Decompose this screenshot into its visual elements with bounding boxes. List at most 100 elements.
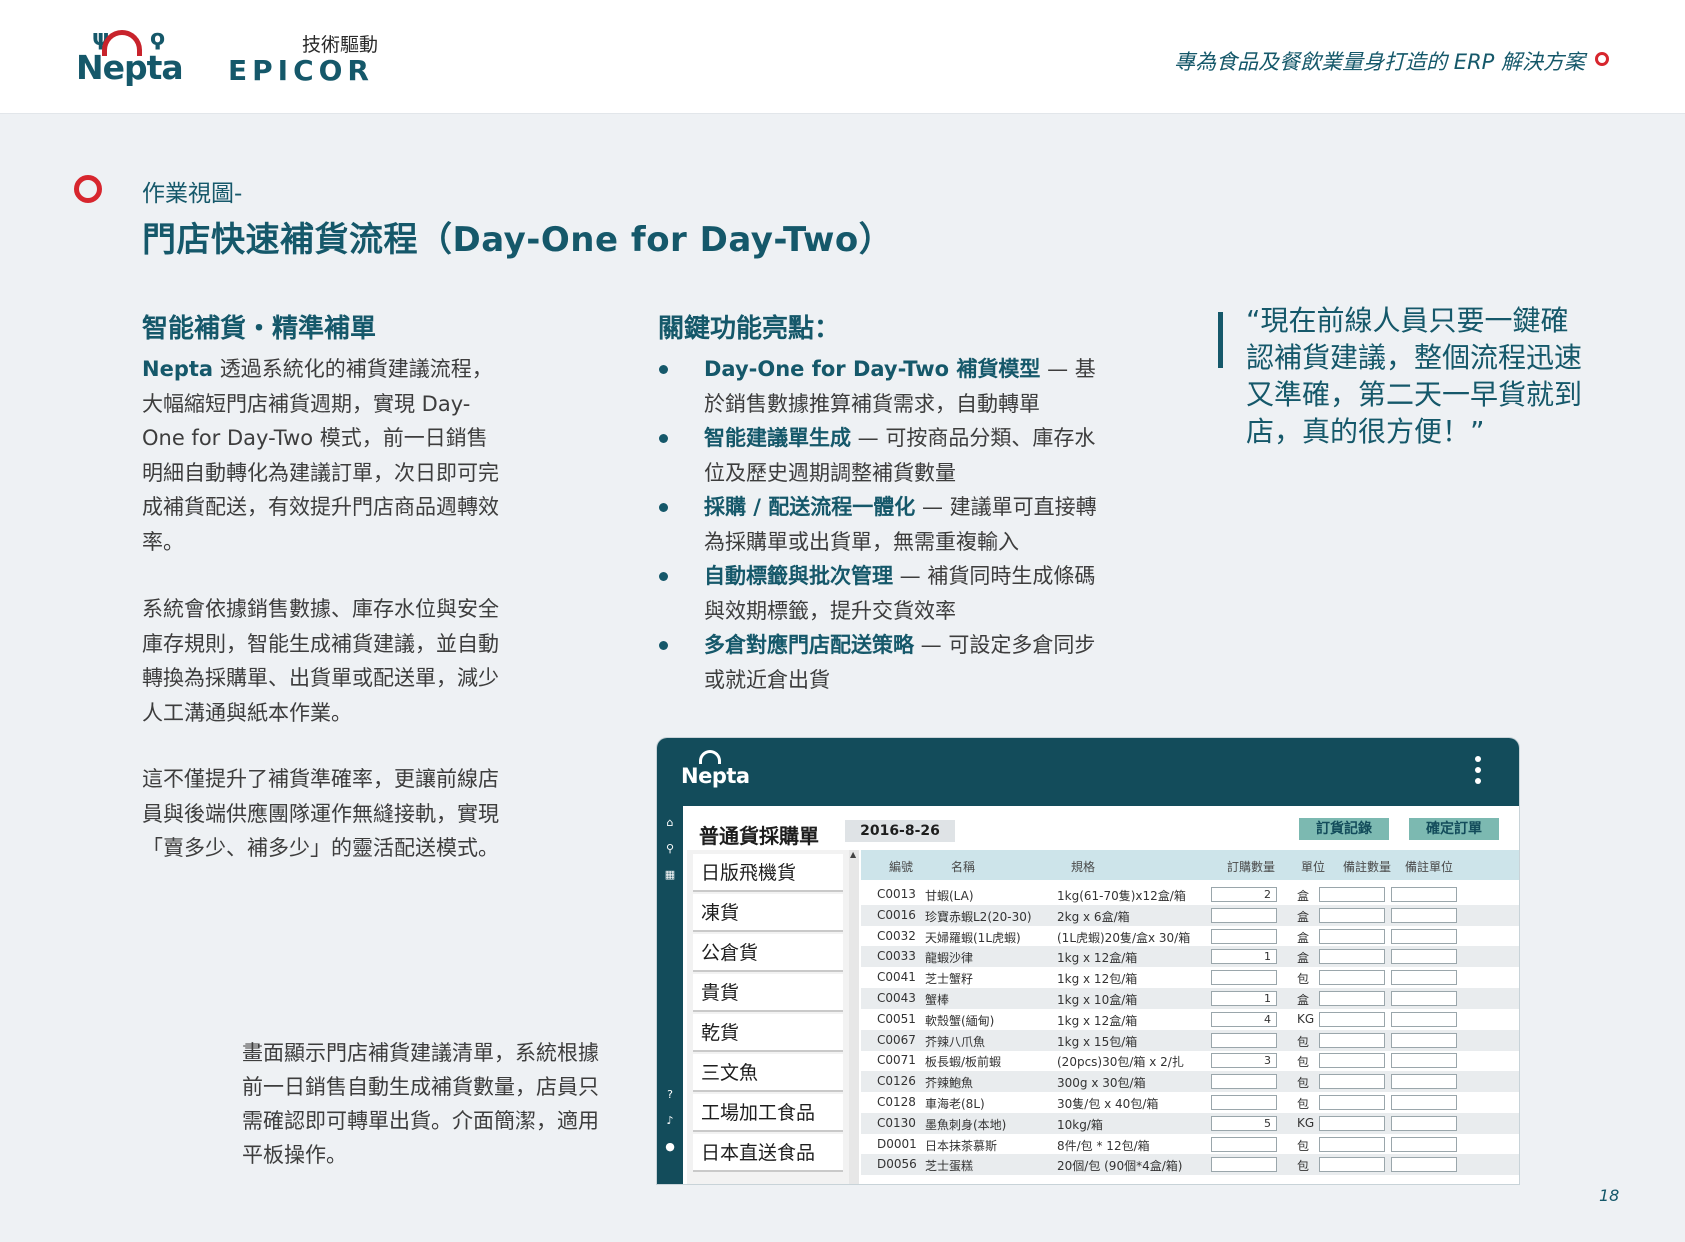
remark-unit-input[interactable] [1391, 1053, 1457, 1069]
order-qty-input[interactable]: 3 [1211, 1053, 1277, 1069]
remark-unit-input[interactable] [1391, 907, 1457, 923]
cell-code: D0001 [877, 1136, 917, 1151]
remark-unit-input[interactable] [1391, 1032, 1457, 1048]
remark-qty-input[interactable] [1319, 1157, 1385, 1173]
table-row[interactable]: C0016 珍寶赤蝦L2(20-30) 2kg x 6盒/箱 盒 [861, 904, 1519, 926]
order-qty-input[interactable] [1211, 1095, 1277, 1110]
table-row[interactable]: D0001 日本抹茶慕斯 8件/包 * 12包/箱 包 [861, 1134, 1519, 1155]
remark-qty-input[interactable] [1319, 1074, 1385, 1090]
order-qty-input[interactable]: 1 [1211, 991, 1277, 1006]
cell-name: 車海老(8L) [925, 1097, 985, 1111]
table-row[interactable]: C0130 墨魚刺身(本地) 10kg/箱 5 KG [861, 1112, 1519, 1134]
column-header: 單位 [1301, 860, 1326, 874]
remark-qty-input[interactable] [1319, 1136, 1385, 1152]
cell-name: 珍寶赤蝦L2(20-30) [925, 909, 1032, 924]
category-item[interactable]: 三文魚 [693, 1054, 843, 1092]
remark-qty-input[interactable] [1319, 1053, 1385, 1069]
remark-unit-input[interactable] [1391, 1157, 1457, 1173]
remark-qty-input[interactable] [1319, 970, 1385, 986]
remark-qty-input[interactable] [1319, 949, 1385, 965]
bell-icon[interactable]: ♪ [663, 1114, 677, 1128]
table-row[interactable]: C0067 芥辣八爪魚 1kg x 15包/箱 包 [861, 1029, 1519, 1051]
remark-qty-input[interactable] [1319, 991, 1385, 1006]
cell-unit: 包 [1297, 1159, 1310, 1174]
cell-name: 芝士蟹籽 [925, 972, 974, 987]
remark-qty-input[interactable] [1319, 1115, 1385, 1131]
order-qty-input[interactable]: 4 [1211, 1011, 1277, 1027]
remark-unit-input[interactable] [1391, 1136, 1457, 1152]
order-qty-input[interactable]: 1 [1211, 949, 1277, 965]
remark-qty-input[interactable] [1319, 1011, 1385, 1027]
table-row[interactable]: C0041 芝士蟹籽 1kg x 12包/箱 包 [861, 967, 1519, 988]
table-row[interactable]: C0013 甘蝦(LA) 1kg(61-70隻)x12盒/箱 2 盒 [861, 884, 1519, 905]
search-icon[interactable]: ⚲ [663, 842, 677, 856]
scroll-up-icon[interactable]: ▲ [850, 850, 856, 859]
table-row[interactable]: C0033 龍蝦沙律 1kg x 12盒/箱 1 盒 [861, 946, 1519, 968]
remark-unit-input[interactable] [1391, 887, 1457, 902]
feature-item: Day-One for Day-Two 補貨模型 — 基於銷售數據推算補貨需求，… [656, 352, 1116, 421]
remark-qty-input[interactable] [1319, 928, 1385, 944]
feature-title: 自動標籤與批次管理 [704, 564, 893, 588]
home-icon[interactable]: ⌂ [663, 816, 677, 830]
category-scrollbar[interactable]: ▲ [849, 850, 859, 1184]
remark-unit-input[interactable] [1391, 928, 1457, 944]
remark-qty-input[interactable] [1319, 907, 1385, 923]
user-icon[interactable]: ● [663, 1140, 677, 1154]
category-item[interactable]: 工場加工食品 [693, 1094, 843, 1132]
table-row[interactable]: C0032 天婦羅蝦(1L虎蝦) (1L虎蝦)20隻/盒x 30/箱 盒 [861, 926, 1519, 947]
remark-unit-input[interactable] [1391, 970, 1457, 986]
cell-name: 甘蝦(LA) [925, 889, 974, 903]
order-qty-input[interactable] [1211, 1136, 1277, 1152]
remark-qty-input[interactable] [1319, 1032, 1385, 1048]
category-item[interactable]: 貴貨 [693, 974, 843, 1012]
cell-unit: 包 [1297, 1055, 1310, 1070]
grid-icon[interactable]: ▦ [663, 868, 677, 882]
order-qty-input[interactable] [1211, 1157, 1277, 1173]
table-row[interactable]: C0126 芥辣鮑魚 300g x 30包/箱 包 [861, 1071, 1519, 1093]
order-date[interactable]: 2016-8-26 [845, 820, 955, 842]
icon-rail: ⌂ ⚲ ▦ ? ♪ ● [657, 806, 683, 1184]
confirm-order-button[interactable]: 確定訂單 [1409, 818, 1499, 840]
column-header: 訂購數量 [1227, 860, 1276, 874]
category-item[interactable]: 日本直送食品 [693, 1134, 843, 1172]
table-row[interactable]: C0043 蟹棒 1kg x 10盒/箱 1 盒 [861, 988, 1519, 1009]
order-qty-input[interactable] [1211, 1032, 1277, 1048]
category-item[interactable]: 日版飛機貨 [693, 854, 843, 892]
category-list: 日版飛機貨 凍貨 公倉貨 貴貨 乾貨 三文魚 工場加工食品 日本直送食品 [687, 850, 849, 1184]
cell-spec: 1kg x 12盒/箱 [1057, 951, 1138, 966]
cell-code: C0071 [877, 1053, 916, 1068]
help-icon[interactable]: ? [663, 1088, 677, 1102]
table-row[interactable]: C0051 軟殼蟹(緬甸) 1kg x 12盒/箱 4 KG [861, 1009, 1519, 1030]
cell-spec: 1kg x 12包/箱 [1057, 972, 1138, 987]
table-row[interactable]: D0056 芝士蛋糕 20個/包 (90個*4盒/箱) 包 [861, 1154, 1519, 1176]
cell-code: C0043 [877, 991, 916, 1005]
category-item[interactable]: 公倉貨 [693, 934, 843, 972]
table-header: 編號 名稱 規格 訂購數量 單位 備註數量 備註單位 [861, 850, 1519, 880]
category-item[interactable]: 凍貨 [693, 894, 843, 932]
order-qty-input[interactable] [1211, 928, 1277, 944]
remark-unit-input[interactable] [1391, 1074, 1457, 1090]
cell-code: C0067 [877, 1032, 916, 1047]
remark-unit-input[interactable] [1391, 991, 1457, 1006]
cell-name: 日本抹茶慕斯 [925, 1138, 998, 1153]
remark-qty-input[interactable] [1319, 1095, 1385, 1110]
table-row[interactable]: C0128 車海老(8L) 30隻/包 x 40包/箱 包 [861, 1092, 1519, 1113]
feature-item: 多倉對應門店配送策略 — 可設定多倉同步或就近倉出貨 [656, 628, 1116, 697]
table-row[interactable]: C0071 板長蝦/板前蝦 (20pcs)30包/箱 x 2/扎 3 包 [861, 1050, 1519, 1071]
order-qty-input[interactable] [1211, 970, 1277, 986]
order-qty-input[interactable]: 2 [1211, 887, 1277, 902]
order-qty-input[interactable] [1211, 907, 1277, 923]
page-header: ψ ϙ Nepta 技術驅動 EPICOR 專為食品及餐飲業量身打造的 ERP … [0, 0, 1685, 114]
feature-title: 多倉對應門店配送策略 [704, 633, 914, 657]
order-qty-input[interactable]: 5 [1211, 1115, 1277, 1131]
remark-unit-input[interactable] [1391, 1011, 1457, 1027]
remark-unit-input[interactable] [1391, 1095, 1457, 1110]
remark-qty-input[interactable] [1319, 887, 1385, 902]
order-history-button[interactable]: 訂貨記錄 [1299, 818, 1389, 840]
order-qty-input[interactable] [1211, 1074, 1277, 1090]
category-item[interactable]: 乾貨 [693, 1014, 843, 1052]
remark-unit-input[interactable] [1391, 1115, 1457, 1131]
more-menu-icon[interactable] [1475, 756, 1481, 789]
remark-unit-input[interactable] [1391, 949, 1457, 965]
cell-unit: 包 [1297, 1034, 1310, 1049]
